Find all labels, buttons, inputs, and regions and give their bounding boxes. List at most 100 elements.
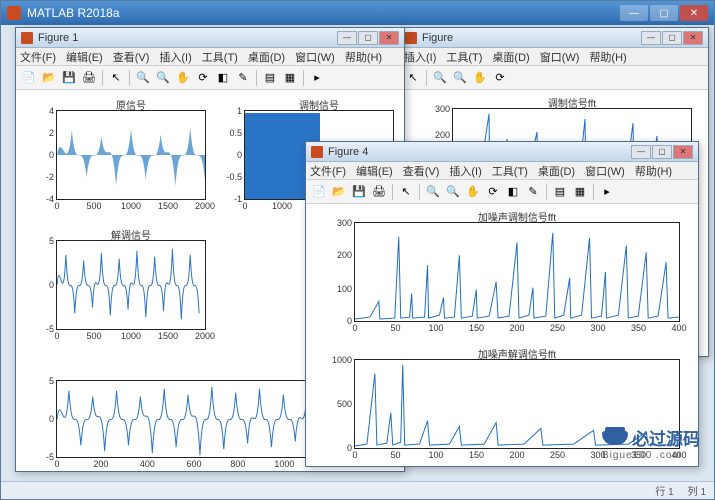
- figure-toolbar: ↖ 🔍 🔍 ✋ ⟳: [400, 66, 708, 90]
- legend-icon[interactable]: ▤: [261, 69, 279, 87]
- maximize-button[interactable]: ▢: [652, 145, 672, 159]
- menu-desktop[interactable]: 桌面(D): [538, 163, 575, 179]
- figure-icon: [311, 146, 323, 158]
- pan-icon[interactable]: ✋: [464, 183, 482, 201]
- menu-help[interactable]: 帮助(H): [589, 49, 626, 65]
- colorbar-icon[interactable]: ▦: [571, 183, 589, 201]
- figure-icon: [21, 32, 33, 44]
- axes-title: 加噪声解调信号fft: [355, 346, 679, 361]
- plot-line: [57, 381, 331, 457]
- axes-title: 加噪声调制信号fft: [355, 209, 679, 224]
- menu-help[interactable]: 帮助(H): [345, 49, 382, 65]
- axes-title: 原信号: [57, 97, 205, 112]
- close-button[interactable]: ✕: [673, 145, 693, 159]
- plot-line: [355, 223, 679, 321]
- axes-title: 解调信号: [57, 227, 205, 242]
- figure-toolbar: 📄 📂 💾 🖨 ↖ 🔍 🔍 ✋ ⟳ ◧ ✎ ▤ ▦ ▸: [16, 66, 404, 90]
- brush-icon[interactable]: ✎: [234, 69, 252, 87]
- zoom-out-icon[interactable]: 🔍: [444, 183, 462, 201]
- minimize-button[interactable]: —: [641, 31, 661, 45]
- save-icon[interactable]: 💾: [60, 69, 78, 87]
- menu-view[interactable]: 查看(V): [113, 49, 150, 65]
- plot-line: [57, 111, 205, 199]
- axes-title: 调制信号fft: [453, 95, 691, 110]
- zoom-out-icon[interactable]: 🔍: [451, 69, 469, 87]
- axes-original[interactable]: 原信号 420-2-4 0500100015002000: [56, 110, 206, 200]
- zoom-out-icon[interactable]: 🔍: [154, 69, 172, 87]
- menu-window[interactable]: 窗口(W): [540, 49, 580, 65]
- rotate-icon[interactable]: ⟳: [484, 183, 502, 201]
- figure-4-window[interactable]: Figure 4 — ▢ ✕ 文件(F) 编辑(E) 查看(V) 插入(I) 工…: [305, 141, 699, 467]
- zoom-in-icon[interactable]: 🔍: [431, 69, 449, 87]
- datatip-icon[interactable]: ◧: [214, 69, 232, 87]
- maximize-button[interactable]: ▢: [650, 5, 678, 21]
- status-bar: 行 1 列 1: [1, 481, 714, 499]
- plot-line: [57, 241, 205, 329]
- figure-menubar: 文件(F) 编辑(E) 查看(V) 插入(I) 工具(T) 桌面(D) 窗口(W…: [306, 162, 698, 180]
- minimize-button[interactable]: —: [620, 5, 648, 21]
- menu-window[interactable]: 窗口(W): [585, 163, 625, 179]
- pointer-icon[interactable]: ↖: [404, 69, 422, 87]
- figure-titlebar[interactable]: Figure 4 — ▢ ✕: [306, 142, 698, 162]
- matlab-main-window: MATLAB R2018a — ▢ ✕ Figure — ▢ ✕ 插入(I) 工…: [0, 0, 715, 500]
- watermark: 必过源码 Bigue100 .com: [602, 425, 700, 461]
- rotate-icon[interactable]: ⟳: [491, 69, 509, 87]
- new-icon[interactable]: 📄: [310, 183, 328, 201]
- menu-window[interactable]: 窗口(W): [295, 49, 335, 65]
- menu-edit[interactable]: 编辑(E): [66, 49, 103, 65]
- menu-edit[interactable]: 编辑(E): [356, 163, 393, 179]
- pointer-icon[interactable]: ↖: [107, 69, 125, 87]
- pan-icon[interactable]: ✋: [471, 69, 489, 87]
- menu-view[interactable]: 查看(V): [403, 163, 440, 179]
- pointer-icon[interactable]: ↖: [397, 183, 415, 201]
- menu-tools[interactable]: 工具(T): [492, 163, 528, 179]
- figure-titlebar[interactable]: Figure — ▢ ✕: [400, 28, 708, 48]
- axes-noisy-mod-fft[interactable]: 加噪声调制信号fft 3002001000 050100150200250300…: [354, 222, 680, 322]
- datatip-icon[interactable]: ◧: [504, 183, 522, 201]
- minimize-button[interactable]: —: [337, 31, 357, 45]
- zoom-in-icon[interactable]: 🔍: [134, 69, 152, 87]
- cap-icon: [602, 431, 628, 445]
- rotate-icon[interactable]: ⟳: [194, 69, 212, 87]
- menu-file[interactable]: 文件(F): [310, 163, 346, 179]
- menu-desktop[interactable]: 桌面(D): [492, 49, 529, 65]
- brush-icon[interactable]: ✎: [524, 183, 542, 201]
- figure-title: Figure 4: [328, 146, 368, 158]
- menu-insert[interactable]: 插入(I): [449, 163, 481, 179]
- open-icon[interactable]: 📂: [40, 69, 58, 87]
- matlab-icon: [7, 6, 21, 20]
- print-icon[interactable]: 🖨: [80, 69, 98, 87]
- axes-demod[interactable]: 解调信号 50-5 0500100015002000: [56, 240, 206, 330]
- minimize-button[interactable]: —: [631, 145, 651, 159]
- print-icon[interactable]: 🖨: [370, 183, 388, 201]
- figure-menubar: 文件(F) 编辑(E) 查看(V) 插入(I) 工具(T) 桌面(D) 窗口(W…: [16, 48, 404, 66]
- more-icon[interactable]: ▸: [308, 69, 326, 87]
- maximize-button[interactable]: ▢: [662, 31, 682, 45]
- menu-file[interactable]: 文件(F): [20, 49, 56, 65]
- axes-title: 调制信号: [245, 97, 393, 112]
- new-icon[interactable]: 📄: [20, 69, 38, 87]
- axes-bottom-wave[interactable]: 50-5 020040060080010001200: [56, 380, 332, 458]
- menu-tools[interactable]: 工具(T): [446, 49, 482, 65]
- figure-titlebar[interactable]: Figure 1 — ▢ ✕: [16, 28, 404, 48]
- menu-insert[interactable]: 插入(I): [404, 49, 436, 65]
- zoom-in-icon[interactable]: 🔍: [424, 183, 442, 201]
- save-icon[interactable]: 💾: [350, 183, 368, 201]
- colorbar-icon[interactable]: ▦: [281, 69, 299, 87]
- main-titlebar[interactable]: MATLAB R2018a — ▢ ✕: [1, 1, 714, 25]
- open-icon[interactable]: 📂: [330, 183, 348, 201]
- close-button[interactable]: ✕: [683, 31, 703, 45]
- legend-icon[interactable]: ▤: [551, 183, 569, 201]
- maximize-button[interactable]: ▢: [358, 31, 378, 45]
- pan-icon[interactable]: ✋: [174, 69, 192, 87]
- figure-toolbar: 📄 📂 💾 🖨 ↖ 🔍 🔍 ✋ ⟳ ◧ ✎ ▤ ▦ ▸: [306, 180, 698, 204]
- menu-desktop[interactable]: 桌面(D): [248, 49, 285, 65]
- figure-menubar: 插入(I) 工具(T) 桌面(D) 窗口(W) 帮助(H): [400, 48, 708, 66]
- menu-tools[interactable]: 工具(T): [202, 49, 238, 65]
- close-button[interactable]: ✕: [680, 5, 708, 21]
- figure-icon: [405, 32, 417, 44]
- more-icon[interactable]: ▸: [598, 183, 616, 201]
- close-button[interactable]: ✕: [379, 31, 399, 45]
- menu-insert[interactable]: 插入(I): [159, 49, 191, 65]
- menu-help[interactable]: 帮助(H): [635, 163, 672, 179]
